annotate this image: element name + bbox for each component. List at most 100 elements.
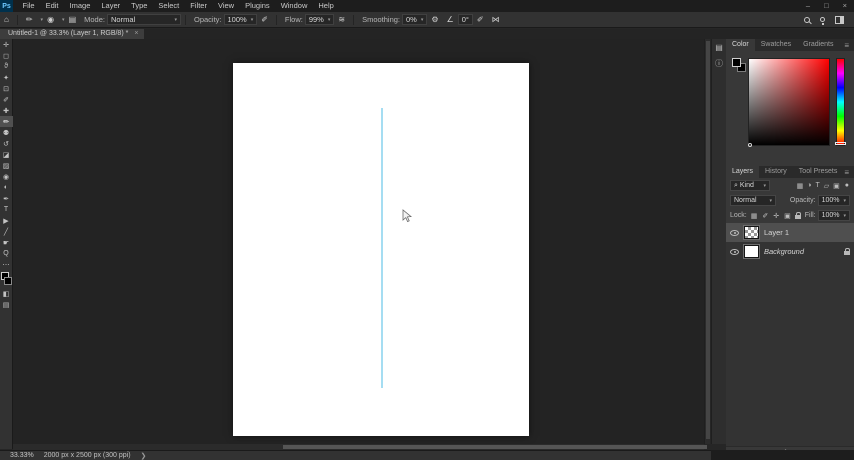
layer-name[interactable]: Background	[764, 247, 804, 256]
filter-shape-layers-icon[interactable]: ▱	[823, 182, 830, 190]
more-tools[interactable]: ⋯	[0, 259, 13, 270]
brush-tool[interactable]: ✏	[0, 116, 13, 127]
layer-blend-mode-select[interactable]: Normal ▾	[730, 195, 776, 206]
blend-mode-select[interactable]: Normal ▾	[106, 14, 181, 25]
lock-paint-icon[interactable]: ✐	[761, 212, 769, 220]
pressure-opacity-icon[interactable]: ✐	[257, 15, 272, 24]
dodge-tool[interactable]: ◐	[0, 182, 13, 193]
menu-item[interactable]: Select	[153, 1, 185, 10]
lock-move-icon[interactable]: ✛	[772, 212, 780, 220]
tab-swatches[interactable]: Swatches	[755, 39, 797, 51]
menu-item[interactable]: Plugins	[240, 1, 276, 10]
close-button[interactable]: ×	[836, 0, 854, 12]
opacity-field[interactable]: 100% ▾	[223, 14, 258, 25]
brush-angle-icon[interactable]: ∠	[443, 15, 458, 24]
object-selection-tool[interactable]: ✦	[0, 72, 13, 83]
blur-tool[interactable]: ◉	[0, 171, 13, 182]
status-chevron-icon[interactable]: ❯	[135, 452, 147, 460]
menu-item[interactable]: Help	[313, 1, 339, 10]
filter-toggle-icon[interactable]: ●	[844, 182, 850, 189]
flow-field[interactable]: 99% ▾	[304, 14, 335, 25]
tab-tool-presets[interactable]: Tool Presets	[793, 166, 844, 178]
menu-item[interactable]: Layer	[96, 1, 126, 10]
search-icon[interactable]	[804, 16, 810, 23]
filter-kind-select[interactable]: ⌕ Kind ▾	[730, 180, 770, 191]
menu-item[interactable]: File	[17, 1, 40, 10]
lasso-tool[interactable]: ϑ	[0, 61, 13, 72]
shape-tool[interactable]: ╱	[0, 226, 13, 237]
angle-field[interactable]: 0°	[457, 14, 473, 25]
quick-mask-button[interactable]: ◧	[0, 288, 13, 299]
visibility-eye-icon[interactable]	[730, 248, 739, 255]
clone-stamp-tool[interactable]: ⚉	[0, 127, 13, 138]
gradient-tool[interactable]: ▨	[0, 160, 13, 171]
airbrush-icon[interactable]: ≋	[334, 15, 349, 24]
marquee-tool[interactable]: ◻	[0, 50, 13, 61]
eyedropper-tool[interactable]: ✐	[0, 94, 13, 105]
minimize-button[interactable]: –	[799, 0, 817, 12]
tab-history[interactable]: History	[759, 166, 793, 178]
brush-settings-icon[interactable]: ◉	[43, 15, 58, 24]
filter-type-layers-icon[interactable]: T	[814, 182, 820, 189]
tab-gradients[interactable]: Gradients	[797, 39, 839, 51]
lock-transparency-icon[interactable]: ▦	[750, 212, 759, 220]
filter-smart-objects-icon[interactable]: ▣	[832, 182, 841, 190]
hand-tool[interactable]: ☛	[0, 237, 13, 248]
tab-layers[interactable]: Layers	[726, 166, 760, 178]
layer-row-background[interactable]: Background	[726, 242, 854, 261]
panel-menu-icon[interactable]: ≡	[844, 168, 854, 177]
canvas-area[interactable]	[13, 39, 704, 444]
brush-preset-icon[interactable]: ✏	[22, 15, 37, 24]
path-selection-tool[interactable]: ▶	[0, 215, 13, 226]
discover-icon[interactable]	[820, 17, 825, 25]
background-color-swatch[interactable]	[3, 277, 12, 285]
eraser-tool[interactable]: ◪	[0, 149, 13, 160]
layer-fill-field[interactable]: 100% ▾	[817, 210, 850, 221]
brush-panel-toggle-icon[interactable]: ▤	[65, 15, 81, 24]
menu-item[interactable]: Window	[275, 1, 313, 10]
menu-item[interactable]: Filter	[185, 1, 213, 10]
layer-row-layer1[interactable]: Layer 1	[726, 223, 854, 242]
horizontal-scrollbar-thumb[interactable]	[283, 445, 707, 449]
vertical-scrollbar-thumb[interactable]	[706, 41, 710, 439]
document-canvas[interactable]	[233, 63, 529, 436]
menu-item[interactable]: Edit	[40, 1, 64, 10]
layer-thumbnail[interactable]	[743, 244, 760, 259]
pen-tool[interactable]: ✒	[0, 193, 13, 204]
screen-mode-button[interactable]: ▤	[0, 299, 13, 310]
vertical-scrollbar[interactable]	[704, 39, 710, 444]
visibility-eye-icon[interactable]	[730, 229, 739, 236]
info-panel-icon[interactable]: ⓘ	[715, 58, 723, 69]
lock-artboard-icon[interactable]: ▣	[783, 212, 792, 220]
color-field-marker[interactable]	[748, 143, 752, 147]
menu-item[interactable]: Type	[126, 1, 153, 10]
move-tool[interactable]: ✛	[0, 39, 13, 50]
smoothing-options-gear-icon[interactable]: ⚙	[427, 15, 442, 24]
zoom-tool[interactable]: Q	[0, 248, 13, 259]
maximize-button[interactable]: □	[817, 0, 836, 12]
libraries-panel-icon[interactable]: ▤	[715, 43, 723, 52]
hue-slider[interactable]	[835, 58, 846, 146]
paint-symmetry-icon[interactable]: ⋈	[488, 15, 504, 24]
layer-opacity-field[interactable]: 100% ▾	[817, 195, 850, 206]
panel-menu-icon[interactable]: ≡	[844, 41, 854, 50]
history-brush-tool[interactable]: ↺	[0, 138, 13, 149]
home-icon[interactable]: ⌂	[0, 15, 13, 24]
healing-brush-tool[interactable]: ✚	[0, 105, 13, 116]
tab-color[interactable]: Color	[726, 39, 755, 51]
lock-all-icon[interactable]	[794, 212, 801, 219]
pressure-size-icon[interactable]: ✐	[473, 15, 488, 24]
filter-pixel-layers-icon[interactable]: ▦	[796, 182, 805, 190]
document-tab[interactable]: Untitled-1 @ 33.3% (Layer 1, RGB/8) * ×	[0, 29, 145, 39]
saturation-brightness-field[interactable]	[748, 58, 830, 147]
hue-slider-marker[interactable]	[835, 142, 846, 145]
menu-item[interactable]: Image	[64, 1, 96, 10]
layer-thumbnail[interactable]	[743, 225, 760, 240]
type-tool[interactable]: T	[0, 204, 13, 215]
close-tab-icon[interactable]: ×	[134, 29, 138, 39]
filter-adjustment-layers-icon[interactable]: ◑	[806, 182, 812, 189]
layer-name[interactable]: Layer 1	[764, 228, 789, 237]
workspace-switcher-icon[interactable]	[835, 15, 844, 24]
crop-tool[interactable]: ⊡	[0, 83, 13, 94]
zoom-level-field[interactable]: 33.33%	[0, 452, 40, 459]
